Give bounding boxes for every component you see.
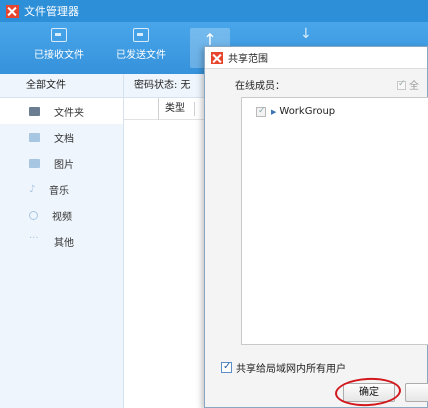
share-all-checkbox[interactable]: 共享给局域网内所有用户 xyxy=(221,360,346,375)
checkbox-icon xyxy=(221,361,232,373)
folder-icon xyxy=(29,106,40,116)
tree-item-label: WorkGroup xyxy=(279,106,336,117)
tree-item-workgroup[interactable]: ▶ WorkGroup xyxy=(256,106,335,117)
dialog-title-bar: 共享范围 xyxy=(205,47,427,69)
online-members-row: 在线成员： 全 xyxy=(235,77,428,92)
highlight-ellipse xyxy=(334,376,402,408)
member-tree: ▶ WorkGroup xyxy=(241,97,428,345)
sidebar-item-label: 音乐 xyxy=(49,185,69,197)
sidebar-item-music[interactable]: ♪ 音乐 xyxy=(0,176,123,202)
cancel-button[interactable] xyxy=(405,383,428,402)
sidebar-header[interactable]: 全部文件 xyxy=(0,74,123,98)
sent-files-button[interactable]: 已发送文件 xyxy=(110,28,172,61)
more-icon: ··· xyxy=(29,232,39,244)
sidebar-item-other[interactable]: ··· 其他 xyxy=(0,228,123,254)
document-icon xyxy=(29,132,40,142)
sidebar-item-label: 图片 xyxy=(54,159,74,171)
expand-arrow-icon[interactable]: ▶ xyxy=(271,108,276,116)
share-scope-dialog: 共享范围 在线成员： 全 ▶ WorkGroup 共享给局域网内所有用户 确定 xyxy=(204,46,428,408)
app-logo-icon xyxy=(6,4,19,18)
select-all-label: 全 xyxy=(409,81,419,92)
sidebar-item-label: 其他 xyxy=(54,237,74,249)
app-logo-icon xyxy=(211,51,223,64)
sidebar-item-label: 视频 xyxy=(52,211,72,223)
sidebar-item-video[interactable]: 视频 xyxy=(0,202,123,228)
select-all-checkbox[interactable]: 全 xyxy=(397,77,419,92)
sent-files-label: 已发送文件 xyxy=(116,50,166,61)
column-divider[interactable] xyxy=(194,102,195,116)
sidebar-item-folders[interactable]: 文件夹 xyxy=(0,98,123,124)
online-members-label: 在线成员： xyxy=(235,81,285,92)
checkbox-icon xyxy=(397,79,406,90)
music-icon: ♪ xyxy=(29,183,36,195)
sidebar-item-label: 文档 xyxy=(54,133,74,145)
received-files-button[interactable]: 已接收文件 xyxy=(28,28,90,61)
inbox-icon xyxy=(51,28,67,42)
image-icon xyxy=(29,158,40,168)
sidebar-item-images[interactable]: 图片 xyxy=(0,150,123,176)
download-icon xyxy=(298,26,314,44)
outbox-icon xyxy=(133,28,149,42)
column-header-type[interactable]: 类型 xyxy=(158,98,185,120)
received-files-label: 已接收文件 xyxy=(34,50,84,61)
sidebar-item-label: 文件夹 xyxy=(54,107,84,119)
share-all-label: 共享给局域网内所有用户 xyxy=(236,364,346,375)
dialog-title: 共享范围 xyxy=(228,54,268,65)
video-icon xyxy=(29,210,38,220)
checkbox-icon[interactable] xyxy=(256,106,266,117)
window-title: 文件管理器 xyxy=(24,5,79,18)
sidebar-item-documents[interactable]: 文档 xyxy=(0,124,123,150)
title-bar: 文件管理器 xyxy=(0,0,428,22)
sidebar: 全部文件 文件夹 文档 图片 ♪ 音乐 视频 ··· 其他 xyxy=(0,74,124,408)
